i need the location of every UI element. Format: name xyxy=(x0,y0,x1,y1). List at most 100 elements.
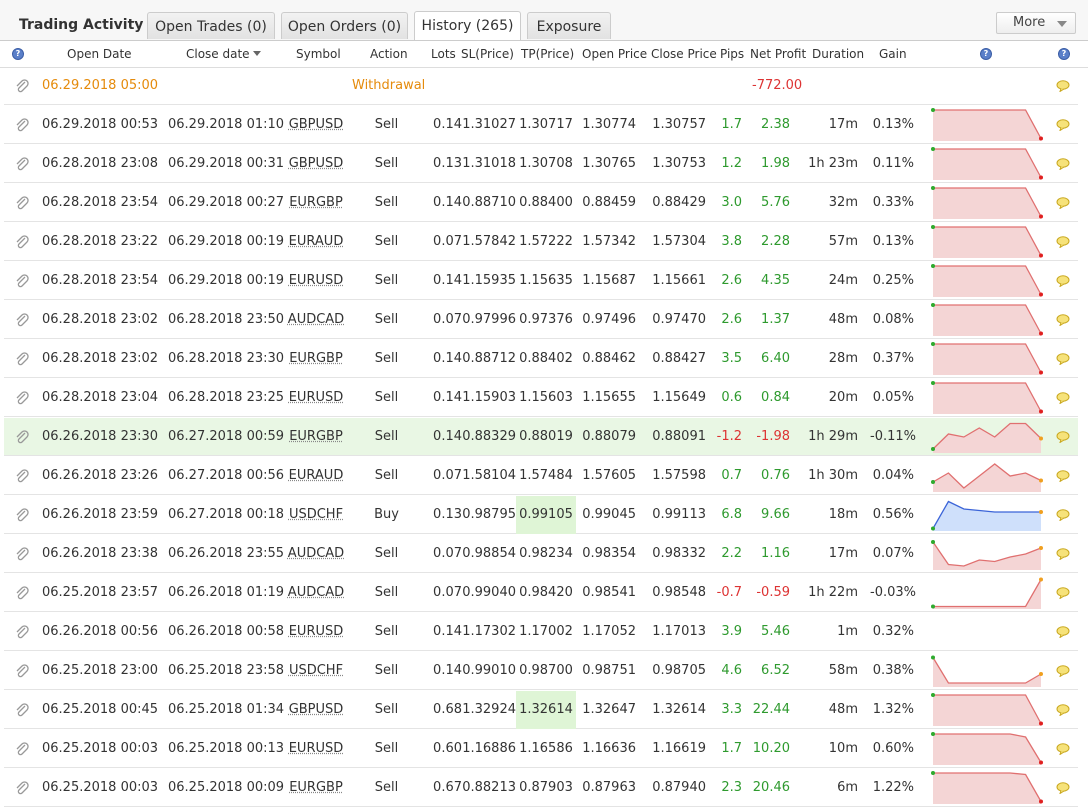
col-duration[interactable]: Duration xyxy=(812,47,864,61)
paperclip-icon[interactable] xyxy=(14,507,30,523)
cell-lots: 0.07 xyxy=(433,585,462,600)
paperclip-icon[interactable] xyxy=(14,702,30,718)
paperclip-icon[interactable] xyxy=(14,429,30,445)
cell-sl: 1.31018 xyxy=(462,156,516,171)
paperclip-icon[interactable] xyxy=(14,546,30,562)
cell-pips: 1.2 xyxy=(721,156,742,171)
cell-profit: -0.59 xyxy=(756,585,790,600)
col-open-price[interactable]: Open Price xyxy=(582,47,647,61)
help-icon[interactable]: ? xyxy=(980,48,992,60)
tab-history[interactable]: History (265) xyxy=(414,11,521,40)
tab-open-trades[interactable]: Open Trades (0) xyxy=(147,12,275,39)
comment-bubble-icon[interactable] xyxy=(1056,626,1070,638)
col-sl-price[interactable]: SL(Price) xyxy=(461,47,514,61)
col-symbol[interactable]: Symbol xyxy=(296,47,341,61)
cell-symbol[interactable]: EURUSD xyxy=(286,730,346,768)
cell-symbol[interactable]: AUDCAD xyxy=(286,301,346,339)
comment-bubble-icon[interactable] xyxy=(1056,587,1070,599)
cell-tp: 1.30717 xyxy=(519,117,573,132)
paperclip-icon[interactable] xyxy=(14,468,30,484)
widget-title: Trading Activity xyxy=(19,17,144,33)
col-net-profit[interactable]: Net Profit xyxy=(750,47,806,61)
sparkline-start-dot xyxy=(931,771,935,775)
cell-tp: 1.17002 xyxy=(519,624,573,639)
cell-symbol[interactable]: EURGBP xyxy=(286,418,346,456)
col-pips[interactable]: Pips xyxy=(720,47,744,61)
paperclip-icon[interactable] xyxy=(14,351,30,367)
cell-symbol[interactable]: EURGBP xyxy=(286,340,346,378)
cell-gain: 0.33% xyxy=(872,195,914,210)
comment-bubble-icon[interactable] xyxy=(1056,704,1070,716)
cell-symbol[interactable]: AUDCAD xyxy=(286,574,346,612)
comment-bubble-icon[interactable] xyxy=(1056,743,1070,755)
cell-symbol[interactable]: AUDCAD xyxy=(286,535,346,573)
sparkline-area xyxy=(933,423,1041,453)
comment-bubble-icon[interactable] xyxy=(1056,470,1070,482)
cell-close-price: 0.98332 xyxy=(652,546,706,561)
paperclip-icon[interactable] xyxy=(14,273,30,289)
paperclip-icon[interactable] xyxy=(14,312,30,328)
col-lots[interactable]: Lots xyxy=(431,47,456,61)
cell-action: Sell xyxy=(374,468,399,483)
comment-bubble-icon[interactable] xyxy=(1056,197,1070,209)
comment-bubble-icon[interactable] xyxy=(1056,665,1070,677)
paperclip-icon[interactable] xyxy=(14,663,30,679)
paperclip-icon[interactable] xyxy=(14,195,30,211)
comment-bubble-icon[interactable] xyxy=(1056,431,1070,443)
more-dropdown[interactable]: More xyxy=(996,12,1076,34)
cell-sl: 1.31027 xyxy=(462,117,516,132)
cell-gain: -0.11% xyxy=(870,429,916,444)
paperclip-icon[interactable] xyxy=(14,156,30,172)
cell-symbol[interactable]: EURGBP xyxy=(286,769,346,807)
cell-symbol[interactable]: GBPUSD xyxy=(286,106,346,144)
cell-symbol[interactable]: EURGBP xyxy=(286,184,346,222)
comment-bubble-icon[interactable] xyxy=(1056,392,1070,404)
cell-symbol[interactable]: GBPUSD xyxy=(286,691,346,729)
cell-sl: 1.17302 xyxy=(462,624,516,639)
sparkline-start-dot xyxy=(931,526,935,531)
paperclip-icon[interactable] xyxy=(14,585,30,601)
cell-pips: 1.7 xyxy=(721,117,742,132)
col-close-date[interactable]: Close date xyxy=(186,47,261,61)
comment-bubble-icon[interactable] xyxy=(1056,314,1070,326)
cell-symbol[interactable]: EURUSD xyxy=(286,379,346,417)
cell-pips: 0.6 xyxy=(721,390,742,405)
col-open-date[interactable]: Open Date xyxy=(67,47,132,61)
paperclip-icon[interactable] xyxy=(14,234,30,250)
paperclip-icon[interactable] xyxy=(14,780,30,796)
cell-symbol[interactable]: EURAUD xyxy=(286,223,346,261)
cell-action: Sell xyxy=(374,429,399,444)
comment-bubble-icon[interactable] xyxy=(1056,158,1070,170)
cell-symbol[interactable]: USDCHF xyxy=(286,496,346,534)
paperclip-icon[interactable] xyxy=(14,741,30,757)
help-icon[interactable]: ? xyxy=(1058,48,1070,60)
comment-bubble-icon[interactable] xyxy=(1056,80,1070,92)
comment-bubble-icon[interactable] xyxy=(1056,275,1070,287)
paperclip-icon[interactable] xyxy=(14,624,30,640)
paperclip-icon[interactable] xyxy=(14,78,30,94)
cell-symbol[interactable]: GBPUSD xyxy=(286,145,346,183)
cell-symbol[interactable]: EURUSD xyxy=(286,613,346,651)
comment-bubble-icon[interactable] xyxy=(1056,782,1070,794)
cell-symbol[interactable]: EURAUD xyxy=(286,457,346,495)
col-gain[interactable]: Gain xyxy=(879,47,907,61)
comment-bubble-icon[interactable] xyxy=(1056,353,1070,365)
comment-bubble-icon[interactable] xyxy=(1056,509,1070,521)
paperclip-icon[interactable] xyxy=(14,117,30,133)
profit-sparkline xyxy=(931,264,1043,297)
help-icon[interactable]: ? xyxy=(12,48,24,60)
comment-bubble-icon[interactable] xyxy=(1056,119,1070,131)
cell-profit: 2.28 xyxy=(761,234,790,249)
cell-open-price: 1.57605 xyxy=(582,468,636,483)
cell-close: 06.27.2018 00:18 xyxy=(168,507,285,522)
cell-symbol[interactable]: EURUSD xyxy=(286,262,346,300)
col-tp-price[interactable]: TP(Price) xyxy=(521,47,574,61)
paperclip-icon[interactable] xyxy=(14,390,30,406)
cell-symbol[interactable]: USDCHF xyxy=(286,652,346,690)
tab-open-orders[interactable]: Open Orders (0) xyxy=(281,12,408,39)
comment-bubble-icon[interactable] xyxy=(1056,236,1070,248)
tab-exposure[interactable]: Exposure xyxy=(527,12,611,39)
col-action[interactable]: Action xyxy=(370,47,408,61)
comment-bubble-icon[interactable] xyxy=(1056,548,1070,560)
col-close-price[interactable]: Close Price xyxy=(651,47,717,61)
